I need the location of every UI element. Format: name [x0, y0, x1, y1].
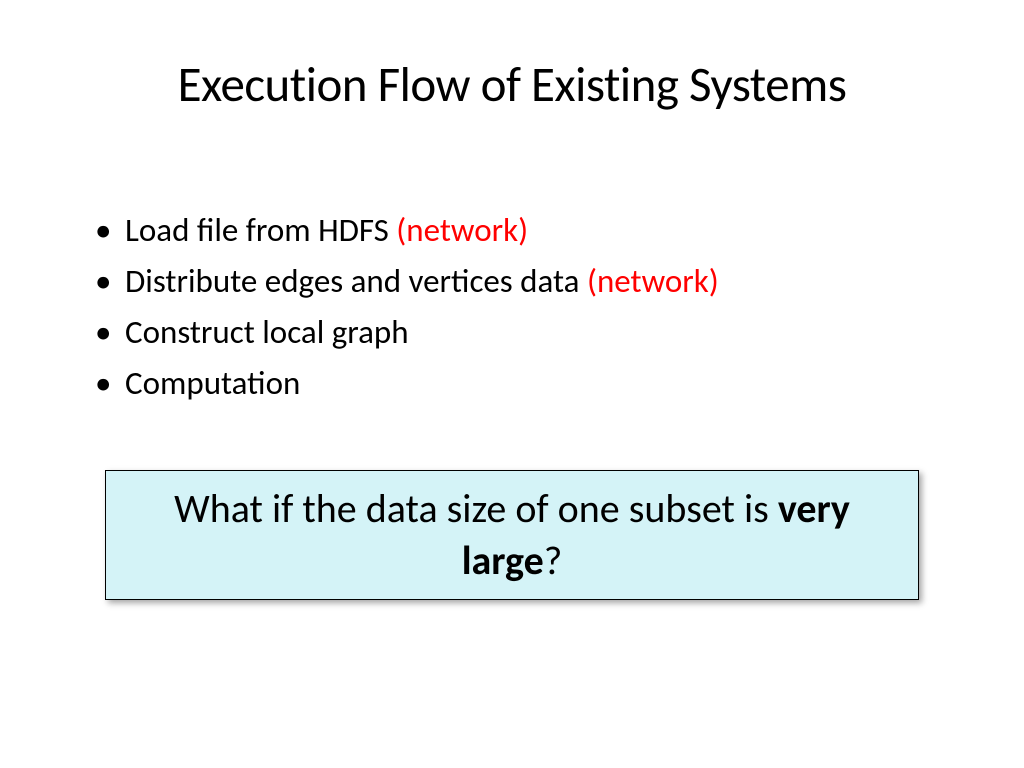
bullet-text: Load file from HDFS	[125, 210, 396, 250]
bullet-annotation: (network)	[396, 210, 528, 250]
callout-text: What if the data size of one subset is v…	[126, 483, 898, 587]
list-item: Distribute edges and vertices data (netw…	[95, 256, 949, 307]
slide-title: Execution Flow of Existing Systems	[75, 55, 949, 115]
bullet-text: Computation	[125, 363, 300, 403]
list-item: Load file from HDFS (network)	[95, 205, 949, 256]
bullet-list: Load file from HDFS (network) Distribute…	[75, 205, 949, 410]
bullet-text: Construct local graph	[125, 312, 409, 352]
list-item: Construct local graph	[95, 307, 949, 358]
bullet-text: Distribute edges and vertices data	[125, 261, 587, 301]
slide: Execution Flow of Existing Systems Load …	[0, 0, 1024, 768]
callout-prefix: What if the data size of one subset is	[174, 484, 778, 533]
list-item: Computation	[95, 358, 949, 409]
bullet-annotation: (network)	[587, 261, 719, 301]
callout-box: What if the data size of one subset is v…	[105, 470, 919, 600]
callout-suffix: ?	[544, 536, 563, 585]
